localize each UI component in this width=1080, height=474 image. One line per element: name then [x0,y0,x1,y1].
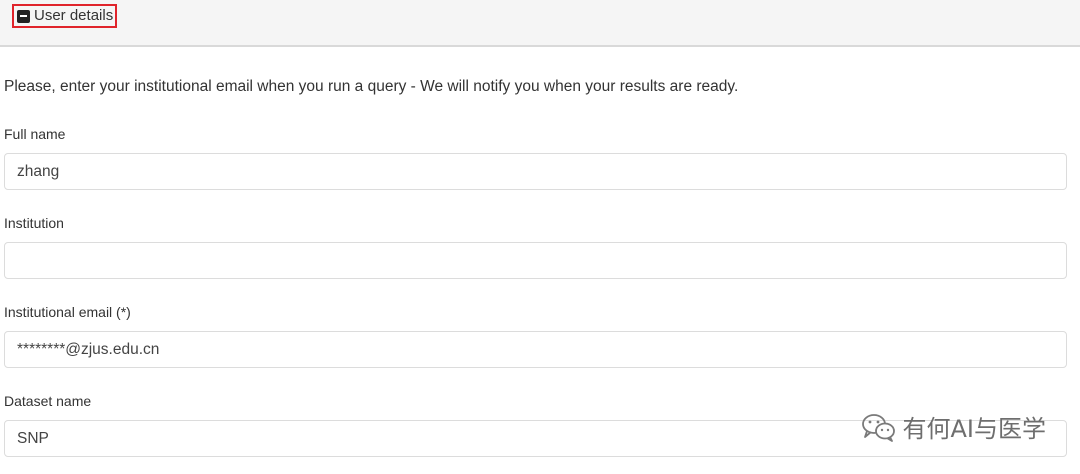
user-details-toggle[interactable]: User details [12,4,118,28]
institution-label: Institution [4,215,64,231]
panel-header: User details [0,0,1080,47]
full-name-label: Full name [4,126,66,142]
watermark: 有何AI与医学 [861,409,1047,444]
email-input[interactable] [4,331,1067,368]
email-label: Institutional email (*) [4,304,131,320]
minus-square-icon [17,9,30,23]
institution-input[interactable] [4,242,1067,279]
panel-title: User details [34,7,114,24]
full-name-input[interactable] [4,153,1067,190]
wechat-icon [861,413,895,442]
dataset-name-label: Dataset name [4,393,92,409]
intro-text: Please, enter your institutional email w… [4,78,739,95]
watermark-text: 有何AI与医学 [902,415,1047,443]
